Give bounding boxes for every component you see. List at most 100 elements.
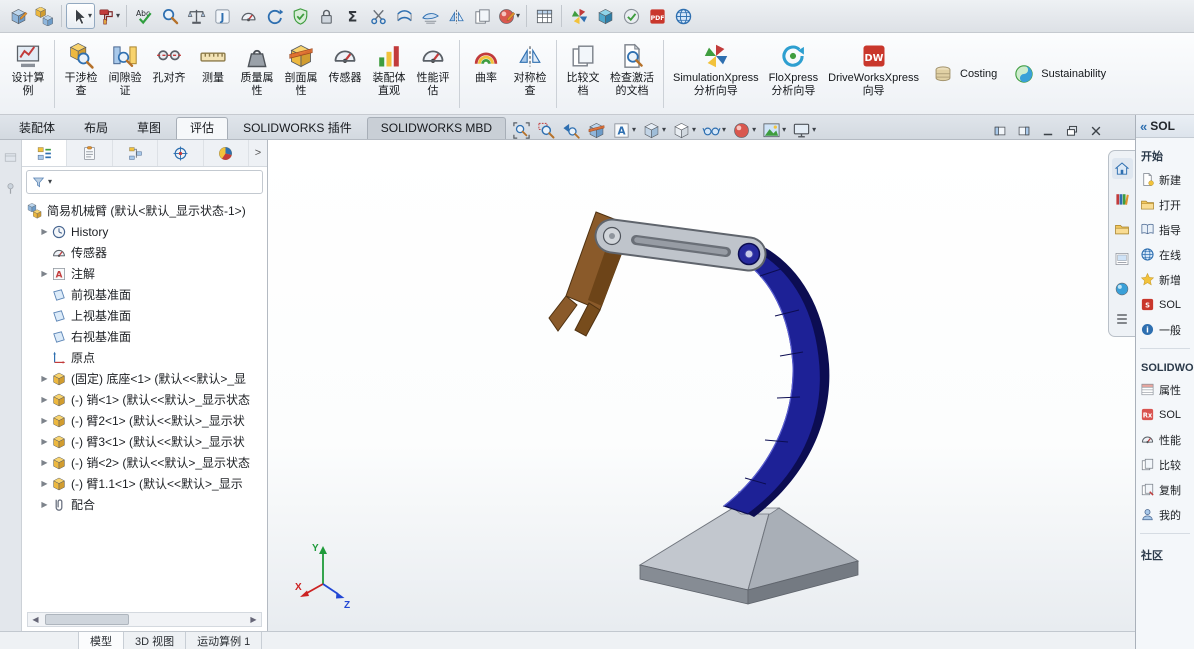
expand-arrow-icon[interactable]: ▶ — [39, 395, 50, 404]
tree-item-history[interactable]: ▶ History — [22, 221, 267, 242]
ribbon-costing-button[interactable]: Costing — [924, 57, 1005, 91]
scroll-right-button[interactable]: ▶ — [246, 615, 261, 624]
tree-item-pin-1[interactable]: ▶ (-) 销<1> (默认<<默认>_显示状态 — [22, 389, 267, 410]
check-circle-button[interactable] — [618, 3, 644, 29]
bottom-tab-model[interactable]: 模型 — [78, 632, 123, 649]
taskpane-item-performance[interactable]: 性能 — [1136, 427, 1194, 452]
detach-panel-button[interactable] — [3, 150, 18, 165]
expand-arrow-icon[interactable]: ▶ — [39, 416, 50, 425]
ribbon-section-properties-button[interactable]: 剖面属 性 — [279, 36, 323, 112]
propertymanager-tab[interactable] — [67, 140, 112, 166]
dropdown-caret-icon[interactable]: ▾ — [692, 126, 696, 134]
zoom-area-button[interactable] — [537, 121, 556, 140]
tree-item-sensors[interactable]: 传感器 — [22, 242, 267, 263]
tab-solidworks-mbd[interactable]: SOLIDWORKS MBD — [367, 117, 506, 139]
dimxpert-tab[interactable] — [158, 140, 203, 166]
web-globe-button[interactable] — [670, 3, 696, 29]
curved-arm-component[interactable] — [724, 247, 829, 517]
expand-arrow-icon[interactable]: ▶ — [39, 479, 50, 488]
mirror-button[interactable] — [443, 3, 469, 29]
taskpane-tab-design-library[interactable] — [1112, 188, 1133, 209]
ribbon-interference-check-button[interactable]: 干涉检 查 — [59, 36, 103, 112]
format-painter-button[interactable]: ▾ — [95, 3, 122, 29]
taskpane-item-property-tab[interactable]: 属性 — [1136, 377, 1194, 402]
airfoil-button[interactable] — [417, 3, 443, 29]
taskpane-item-compare[interactable]: 比较 — [1136, 452, 1194, 477]
tree-item-pin-2[interactable]: ▶ (-) 销<2> (默认<<默认>_显示状态 — [22, 452, 267, 473]
tree-item-mates[interactable]: ▶ 配合 — [22, 494, 267, 515]
motion-pinwheel-button[interactable] — [566, 3, 592, 29]
tree-item-arm-1-1[interactable]: ▶ (-) 臂1.1<1> (默认<<默认>_显示 — [22, 473, 267, 494]
taskpane-item-open[interactable]: 打开 — [1136, 192, 1194, 217]
display-style-button[interactable]: ▾ — [672, 121, 696, 140]
ribbon-mass-properties-button[interactable]: 质量属 性 — [235, 36, 279, 112]
ribbon-curvature-button[interactable]: 曲率 — [464, 36, 508, 112]
ribbon-assembly-visualization-button[interactable]: 装配体 直观 — [367, 36, 411, 112]
taskpane-item-solidworks-rx[interactable]: Rx SOL — [1136, 402, 1194, 427]
edit-component-button[interactable] — [5, 3, 31, 29]
ribbon-symmetry-check-button[interactable]: 对称检 查 — [508, 36, 552, 112]
tree-item-origin[interactable]: 原点 — [22, 347, 267, 368]
tab-assembly[interactable]: 装配体 — [5, 117, 69, 139]
pin-panel-button[interactable] — [3, 181, 18, 196]
edit-appearance-button[interactable]: ▾ — [732, 121, 756, 140]
dropdown-caret-icon[interactable]: ▾ — [88, 12, 92, 20]
minimize-button[interactable] — [1041, 124, 1055, 138]
filter-funnel-icon[interactable] — [31, 175, 46, 190]
close-button[interactable] — [1089, 124, 1103, 138]
tree-item-top-plane[interactable]: 上视基准面 — [22, 305, 267, 326]
expand-arrow-icon[interactable]: ▶ — [39, 437, 50, 446]
section-view-button[interactable] — [587, 121, 606, 140]
bottom-tab-3d-views[interactable]: 3D 视图 — [123, 632, 185, 649]
restore-button[interactable] — [1065, 124, 1079, 138]
filter-input[interactable] — [54, 171, 258, 193]
ribbon-sustainability-button[interactable]: Sustainability — [1005, 57, 1114, 91]
dropdown-caret-icon[interactable]: ▾ — [812, 126, 816, 134]
taskpane-item-my-products[interactable]: 我的 — [1136, 502, 1194, 527]
measure-balance-button[interactable] — [183, 3, 209, 29]
design-table-button[interactable] — [531, 3, 557, 29]
configurationmanager-tab[interactable] — [113, 140, 158, 166]
taskpane-tab-view-palette[interactable] — [1112, 248, 1133, 269]
filter-dropdown-caret[interactable]: ▾ — [48, 178, 52, 186]
tab-evaluate[interactable]: 评估 — [176, 117, 228, 139]
dropdown-caret-icon[interactable]: ▾ — [632, 126, 636, 134]
spellcheck-button[interactable]: Abc — [131, 3, 157, 29]
taskpane-tab-resources[interactable] — [1112, 158, 1133, 179]
taskpane-tab-appearances[interactable] — [1112, 278, 1133, 299]
taskpane-tab-custom-properties[interactable] — [1112, 308, 1133, 329]
ribbon-hole-alignment-button[interactable]: 孔对齐 — [147, 36, 191, 112]
ribbon-check-active-document-button[interactable]: 检查激活 的文档 — [605, 36, 659, 112]
ribbon-design-study-button[interactable]: 设计算 例 — [6, 36, 50, 112]
ribbon-driveworksxpress-button[interactable]: DW DriveWorksXpress 向导 — [823, 36, 924, 112]
taskpane-item-copy-settings[interactable]: 复制 — [1136, 477, 1194, 502]
tree-item-front-plane[interactable]: 前视基准面 — [22, 284, 267, 305]
lock-button[interactable] — [313, 3, 339, 29]
shield-check-button[interactable] — [287, 3, 313, 29]
expand-arrow-icon[interactable]: ▶ — [39, 374, 50, 383]
tab-layout[interactable]: 布局 — [70, 117, 122, 139]
expand-arrow-icon[interactable]: ▶ — [39, 227, 50, 236]
zoom-fit-button[interactable] — [512, 121, 531, 140]
dropdown-caret-icon[interactable]: ▾ — [116, 12, 120, 20]
featuremanager-tab[interactable] — [22, 140, 67, 166]
base-component[interactable] — [640, 508, 858, 604]
taskpane-tab-file-explorer[interactable] — [1112, 218, 1133, 239]
collapse-taskpane-button[interactable]: « — [1140, 119, 1147, 134]
show-pane-right-button[interactable] — [1017, 124, 1031, 138]
expand-arrow-icon[interactable]: ▶ — [39, 458, 50, 467]
make-assembly-button[interactable] — [31, 3, 57, 29]
tree-item-root[interactable]: 简易机械臂 (默认<默认_显示状态-1>) — [22, 200, 267, 221]
graphics-area[interactable]: Y X Z — [268, 140, 1194, 631]
reload-button[interactable] — [261, 3, 287, 29]
taskpane-item-tutorials[interactable]: 指导 — [1136, 217, 1194, 242]
bottom-tab-motion-study[interactable]: 运动算例 1 — [185, 632, 262, 649]
taskpane-item-online-training[interactable]: 在线 — [1136, 242, 1194, 267]
taskpane-item-solidworks[interactable]: S SOL — [1136, 292, 1194, 317]
macro-button[interactable]: J — [209, 3, 235, 29]
ribbon-performance-evaluation-button[interactable]: 性能评 估 — [411, 36, 455, 112]
view-orientation-button[interactable]: ▾ — [642, 121, 666, 140]
ribbon-clearance-verify-button[interactable]: 间隙验 证 — [103, 36, 147, 112]
tree-item-base[interactable]: ▶ (固定) 底座<1> (默认<<默认>_显 — [22, 368, 267, 389]
scrollbar-track[interactable] — [43, 613, 246, 626]
